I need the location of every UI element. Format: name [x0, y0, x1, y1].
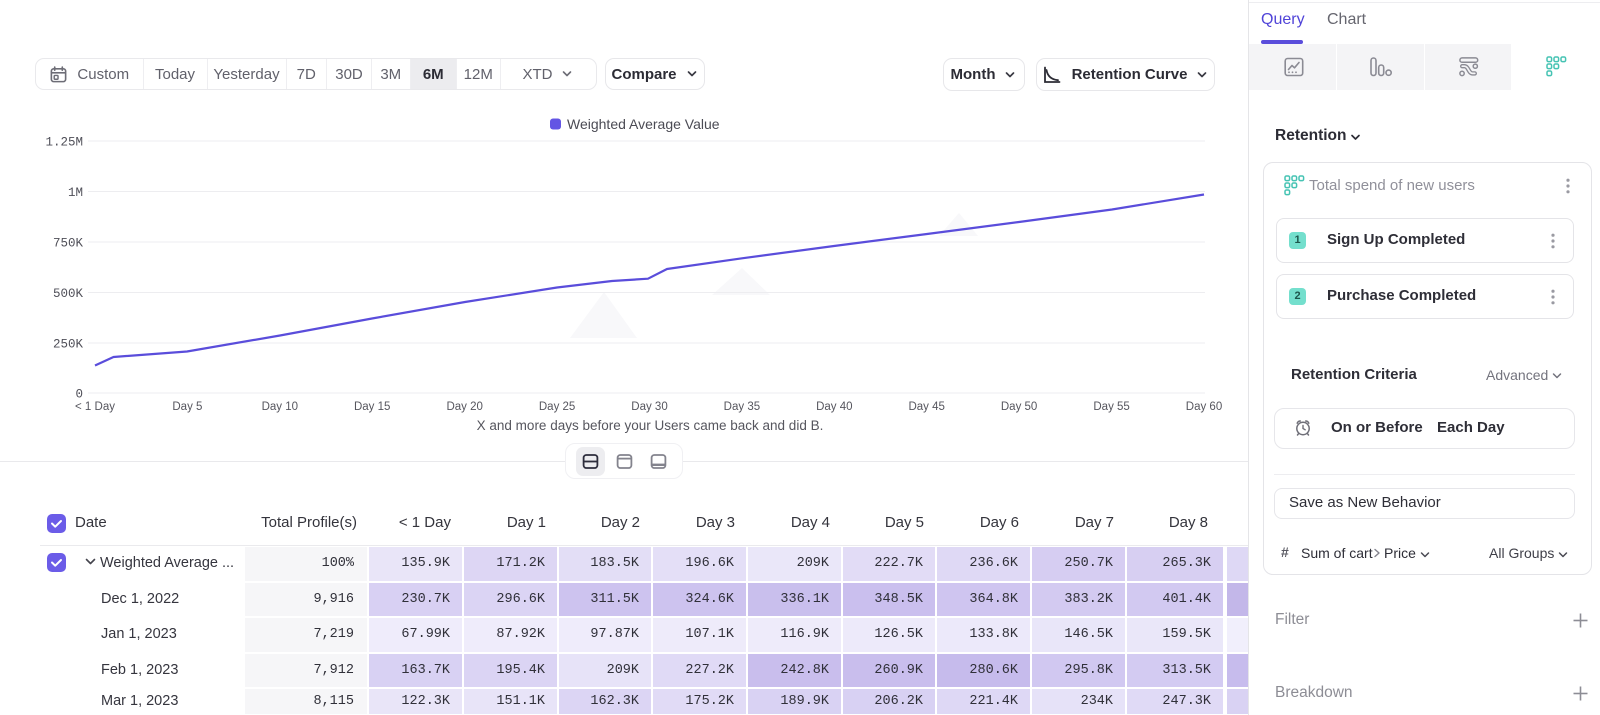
svg-text:Day 60: Day 60 [1186, 401, 1222, 413]
svg-text:Day 45: Day 45 [908, 401, 944, 413]
svg-text:1M: 1M [68, 186, 83, 200]
svg-text:Day 25: Day 25 [539, 401, 575, 413]
svg-text:Day 55: Day 55 [1093, 401, 1129, 413]
svg-text:250K: 250K [53, 338, 84, 352]
svg-text:< 1 Day: < 1 Day [75, 401, 115, 413]
svg-text:0: 0 [75, 388, 83, 402]
svg-text:750K: 750K [53, 237, 84, 251]
svg-text:Weighted Average Value: Weighted Average Value [567, 116, 720, 132]
svg-text:Day 50: Day 50 [1001, 401, 1037, 413]
svg-text:Day 35: Day 35 [724, 401, 760, 413]
svg-text:Day 5: Day 5 [172, 401, 202, 413]
svg-text:X and more days before your Us: X and more days before your Users came b… [477, 418, 824, 433]
svg-text:Day 40: Day 40 [816, 401, 852, 413]
svg-text:Day 30: Day 30 [631, 401, 667, 413]
svg-text:Day 20: Day 20 [446, 401, 482, 413]
svg-text:1.25M: 1.25M [45, 136, 83, 150]
svg-text:500K: 500K [53, 287, 84, 301]
svg-text:Day 15: Day 15 [354, 401, 390, 413]
svg-text:Day 10: Day 10 [262, 401, 298, 413]
